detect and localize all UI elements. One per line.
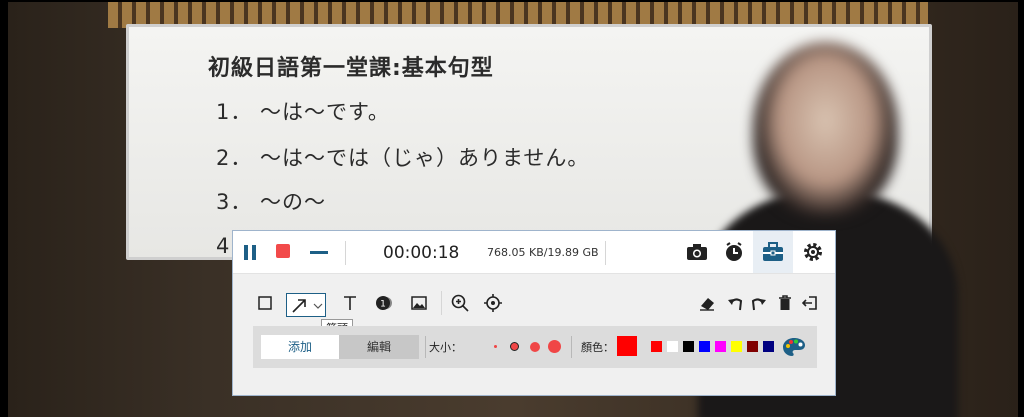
color-label: 顏色： bbox=[581, 341, 614, 354]
recording-timer: 00:00:18 bbox=[383, 243, 460, 263]
pause-icon[interactable] bbox=[241, 244, 259, 260]
color-swatch-magenta[interactable] bbox=[715, 341, 726, 352]
selected-color-swatch bbox=[617, 336, 637, 356]
timer-icon[interactable] bbox=[721, 240, 747, 264]
step-number-icon[interactable]: 1 bbox=[373, 289, 395, 317]
color-swatch-blue[interactable] bbox=[699, 341, 710, 352]
board-line-1: 1． ～は～です。 bbox=[216, 100, 390, 124]
color-swatch-maroon[interactable] bbox=[747, 341, 758, 352]
minimize-icon[interactable] bbox=[310, 251, 328, 254]
size-option-4[interactable] bbox=[548, 340, 561, 353]
image-icon[interactable] bbox=[408, 289, 430, 317]
size-option-1[interactable] bbox=[494, 345, 497, 348]
text-icon[interactable] bbox=[339, 289, 361, 317]
board-line-2: 2． ～は～では（じゃ）ありません。 bbox=[216, 146, 590, 170]
divider bbox=[345, 241, 346, 265]
eraser-icon[interactable] bbox=[696, 289, 718, 317]
board-line-3: 3． ～の～ bbox=[216, 190, 327, 214]
color-swatch-red[interactable] bbox=[651, 341, 662, 352]
tab-add[interactable]: 添加 bbox=[261, 335, 339, 359]
file-size: 768.05 KB/19.89 GB bbox=[487, 246, 599, 259]
divider bbox=[441, 291, 442, 315]
zoom-icon[interactable] bbox=[449, 289, 471, 317]
toolbox-icon[interactable] bbox=[760, 240, 786, 264]
size-option-3[interactable] bbox=[530, 342, 540, 352]
delete-icon[interactable] bbox=[775, 289, 795, 317]
target-icon[interactable] bbox=[482, 289, 504, 317]
recording-toolbar: 00:00:18 768.05 KB/19.89 GB 1 添加 編輯 大小： … bbox=[232, 230, 836, 396]
divider bbox=[605, 241, 606, 265]
undo-icon[interactable] bbox=[725, 289, 745, 317]
size-option-2-selected[interactable] bbox=[510, 342, 519, 351]
color-swatch-yellow[interactable] bbox=[731, 341, 742, 352]
settings-icon[interactable] bbox=[800, 240, 826, 264]
palette-icon[interactable] bbox=[781, 335, 807, 359]
rectangle-icon[interactable] bbox=[255, 289, 275, 317]
color-swatch-navy[interactable] bbox=[763, 341, 774, 352]
exit-icon[interactable] bbox=[799, 289, 821, 317]
divider bbox=[425, 336, 426, 358]
color-swatch-black[interactable] bbox=[683, 341, 694, 352]
stop-icon[interactable] bbox=[276, 244, 290, 258]
camera-icon[interactable] bbox=[684, 240, 710, 264]
size-label: 大小： bbox=[429, 341, 462, 354]
redo-icon[interactable] bbox=[749, 289, 769, 317]
recording-control-bar: 00:00:18 768.05 KB/19.89 GB bbox=[233, 231, 835, 274]
divider bbox=[571, 336, 572, 358]
annotation-tools: 1 bbox=[233, 289, 835, 319]
arrow-tool-selected[interactable] bbox=[286, 293, 326, 317]
svg-text:1: 1 bbox=[380, 300, 386, 310]
tab-edit[interactable]: 編輯 bbox=[339, 335, 419, 359]
board-title: 初級日語第一堂課:基本句型 bbox=[208, 56, 494, 81]
color-swatch-white[interactable] bbox=[667, 341, 678, 352]
presenter-head bbox=[753, 42, 898, 217]
annotation-settings-panel: 添加 編輯 大小： 顏色： bbox=[253, 326, 817, 368]
